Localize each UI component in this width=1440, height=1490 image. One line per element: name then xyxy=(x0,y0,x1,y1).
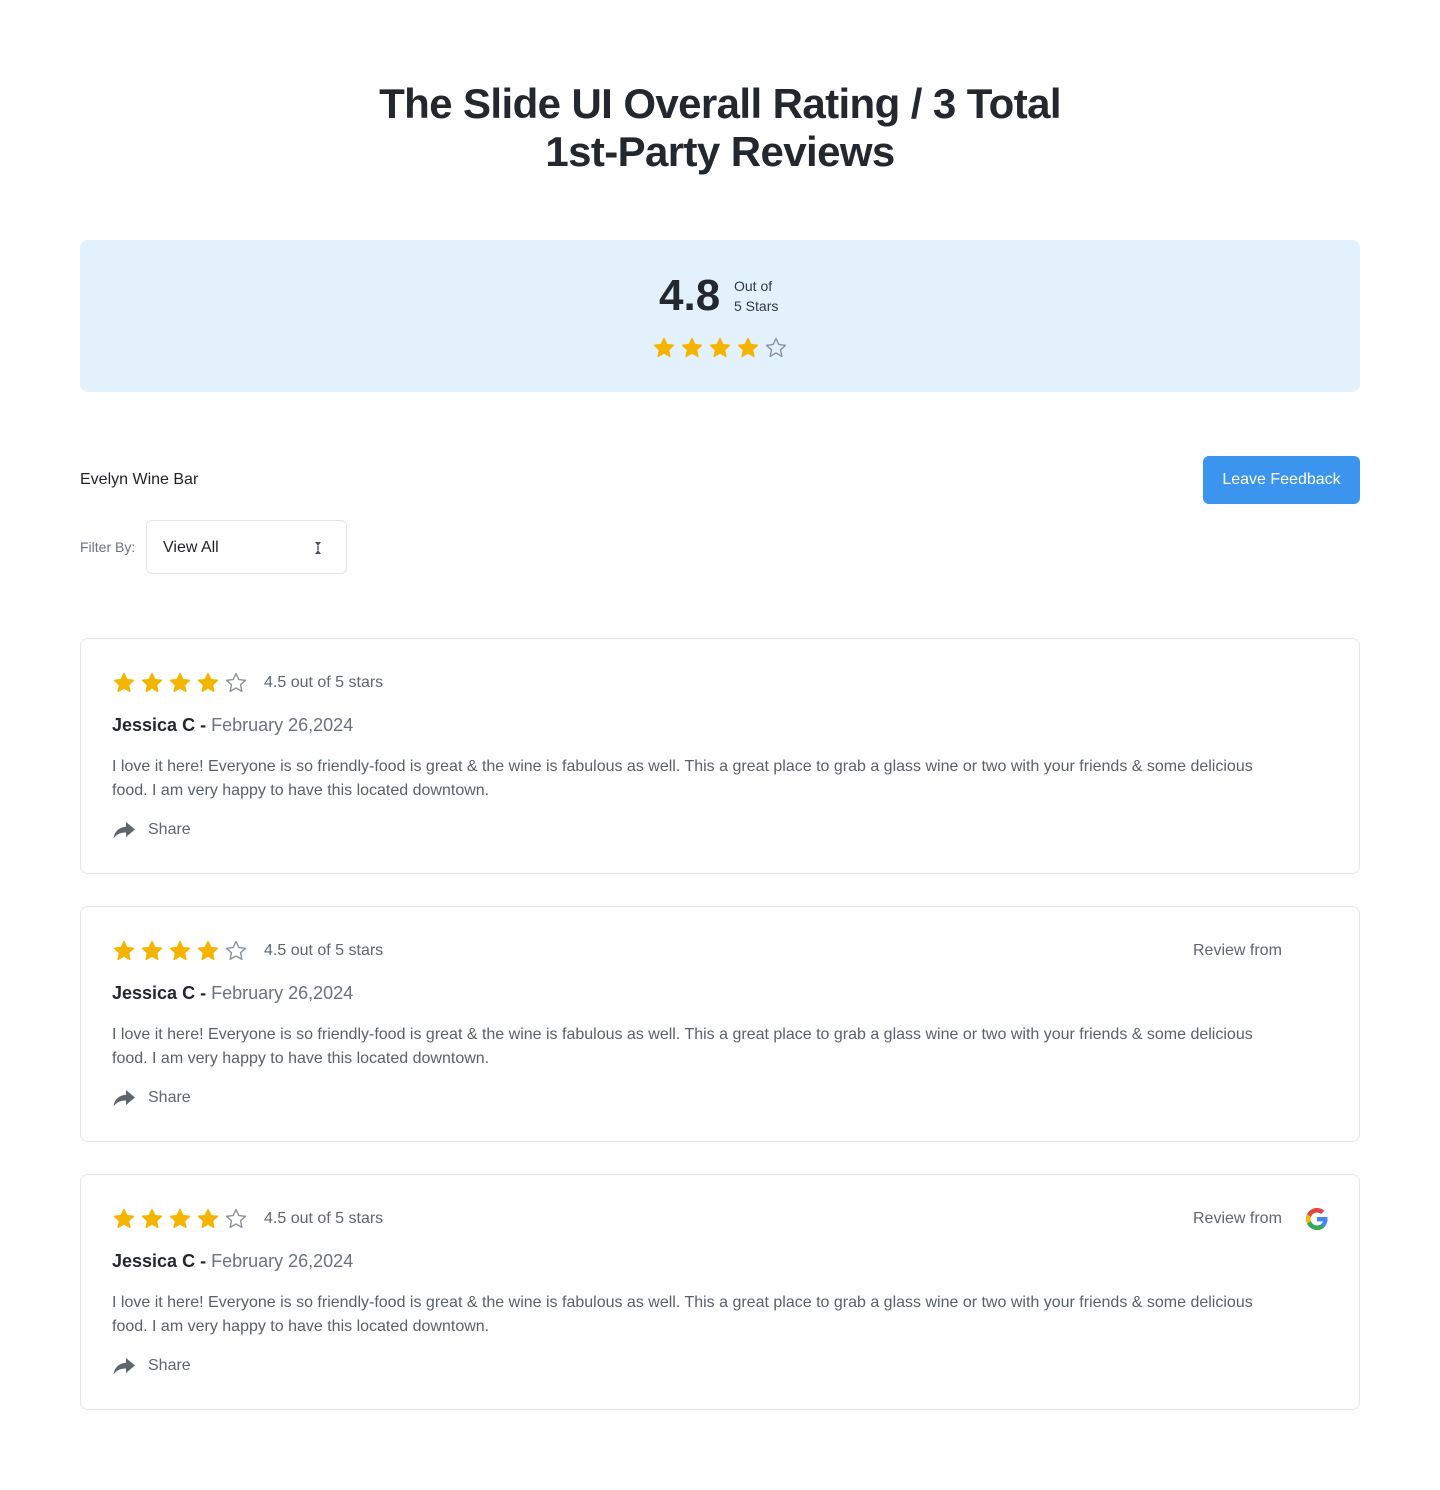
page-title-line-2: 1st-Party Reviews xyxy=(545,128,895,175)
star-filled-icon xyxy=(113,940,135,961)
star-filled-icon xyxy=(653,337,675,358)
review-header: Jessica C - February 26,2024 xyxy=(112,1249,353,1273)
overall-score: 4.8 xyxy=(659,271,721,320)
review-header: Jessica C - February 26,2024 xyxy=(112,713,353,737)
overall-score-caption: Out of 5 Stars xyxy=(734,276,778,316)
share-label: Share xyxy=(148,821,191,838)
review-star-rating xyxy=(112,671,248,695)
star-filled-icon xyxy=(197,672,219,693)
business-name: Evelyn Wine Bar xyxy=(80,471,199,488)
review-body: I love it here! Everyone is so friendly-… xyxy=(112,1026,1253,1067)
review-author: Jessica C xyxy=(112,1251,196,1271)
overall-star-rating xyxy=(652,336,788,360)
star-filled-icon xyxy=(709,337,731,358)
review-body: I love it here! Everyone is so friendly-… xyxy=(112,1294,1253,1335)
review-author: Jessica C xyxy=(112,715,196,735)
star-filled-icon xyxy=(197,940,219,961)
share-button[interactable]: Share xyxy=(112,1355,191,1377)
share-arrow-icon xyxy=(113,1090,135,1107)
review-card: 4.5 out of 5 stars Review from Jessica C… xyxy=(80,906,1360,1142)
review-author: Jessica C xyxy=(112,983,196,1003)
star-filled-icon xyxy=(169,672,191,693)
review-separator: - xyxy=(200,1251,207,1271)
page-title: The Slide UI Overall Rating / 3 Total 1s… xyxy=(0,80,1440,176)
review-date: February 26,2024 xyxy=(211,1251,354,1271)
filter-selected-value: View All xyxy=(163,539,219,556)
review-source-label: Review from xyxy=(1193,942,1282,959)
star-filled-icon xyxy=(681,337,703,358)
google-icon xyxy=(1306,1208,1328,1230)
overall-score-caption-line-1: Out of xyxy=(734,278,773,294)
star-empty-icon xyxy=(765,337,787,358)
review-separator: - xyxy=(200,715,207,735)
star-filled-icon xyxy=(141,672,163,693)
share-arrow-icon xyxy=(113,822,135,839)
review-rating-text: 4.5 out of 5 stars xyxy=(264,942,384,959)
reviews-page: The Slide UI Overall Rating / 3 Total 1s… xyxy=(0,0,1440,1490)
review-star-rating xyxy=(112,1207,248,1231)
review-card: 4.5 out of 5 stars Review from Jessica C… xyxy=(80,1174,1360,1410)
star-filled-icon xyxy=(737,337,759,358)
review-star-rating xyxy=(112,939,248,963)
star-empty-icon xyxy=(225,672,247,693)
star-filled-icon xyxy=(169,1208,191,1229)
star-empty-icon xyxy=(225,1208,247,1229)
star-filled-icon xyxy=(113,672,135,693)
review-separator: - xyxy=(200,983,207,1003)
filter-select[interactable]: View All xyxy=(146,520,347,574)
star-empty-icon xyxy=(225,940,247,961)
filter-label: Filter By: xyxy=(80,539,136,555)
review-header: Jessica C - February 26,2024 xyxy=(112,981,353,1005)
star-filled-icon xyxy=(141,940,163,961)
star-filled-icon xyxy=(197,1208,219,1229)
review-date: February 26,2024 xyxy=(211,715,354,735)
leave-feedback-button[interactable]: Leave Feedback xyxy=(1203,456,1360,504)
review-source-label: Review from xyxy=(1193,1210,1282,1227)
overall-score-caption-line-2: 5 Stars xyxy=(734,298,779,314)
review-date: February 26,2024 xyxy=(211,983,354,1003)
star-filled-icon xyxy=(113,1208,135,1229)
review-card: 4.5 out of 5 stars Jessica C - February … xyxy=(80,638,1360,874)
share-arrow-icon xyxy=(113,1358,135,1375)
sort-arrows-icon xyxy=(315,542,321,554)
review-rating-text: 4.5 out of 5 stars xyxy=(264,674,384,691)
share-button[interactable]: Share xyxy=(112,1087,191,1109)
share-button[interactable]: Share xyxy=(112,819,191,841)
share-label: Share xyxy=(148,1089,191,1106)
star-filled-icon xyxy=(169,940,191,961)
page-title-line-1: The Slide UI Overall Rating / 3 Total xyxy=(379,80,1061,127)
review-body: I love it here! Everyone is so friendly-… xyxy=(112,758,1253,799)
star-filled-icon xyxy=(141,1208,163,1229)
review-rating-text: 4.5 out of 5 stars xyxy=(264,1210,384,1227)
share-label: Share xyxy=(148,1357,191,1374)
